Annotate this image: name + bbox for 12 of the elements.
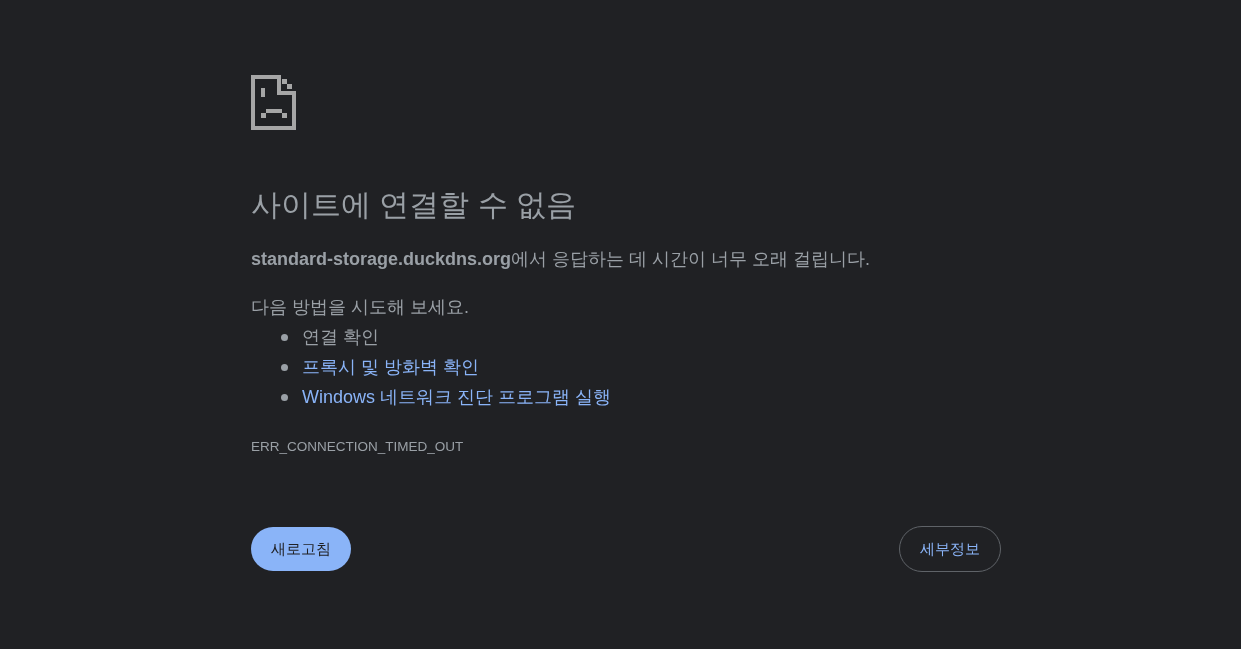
bullet-icon xyxy=(281,363,288,371)
error-code: ERR_CONNECTION_TIMED_OUT xyxy=(251,438,464,456)
suggestions-intro: 다음 방법을 시도해 보세요. xyxy=(251,296,469,319)
suggestion-link[interactable]: Windows 네트워크 진단 프로그램 실행 xyxy=(302,385,612,409)
sad-page-icon xyxy=(251,75,296,130)
suggestion-text: 연결 확인 xyxy=(302,326,379,349)
reload-button[interactable]: 새로고침 xyxy=(251,527,351,571)
bullet-icon xyxy=(281,333,288,341)
suggestion-link[interactable]: 프록시 및 방화벽 확인 xyxy=(302,355,479,379)
error-message: standard-storage.duckdns.org에서 응답하는 데 시간이 너무 오래 걸립니다. xyxy=(251,248,871,271)
error-heading: 사이트에 연결할 수 없음 xyxy=(251,187,576,223)
bullet-icon xyxy=(281,393,288,401)
